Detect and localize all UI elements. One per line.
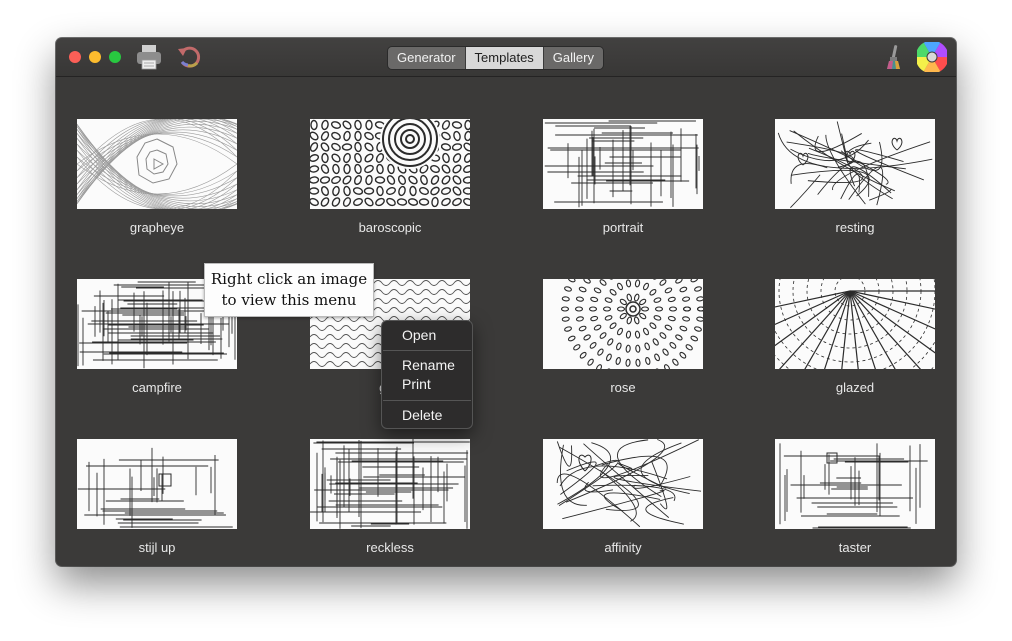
tooltip-line: Right click an image bbox=[210, 270, 368, 288]
template-tile-taster[interactable]: taster bbox=[775, 439, 935, 555]
title-bar: Generator Templates Gallery bbox=[56, 38, 956, 77]
template-thumbnail[interactable] bbox=[775, 439, 935, 529]
template-tile-affinity[interactable]: affinity bbox=[543, 439, 703, 555]
template-name: affinity bbox=[604, 540, 642, 555]
tooltip-line: to view this menu bbox=[221, 291, 357, 309]
tab-gallery[interactable]: Gallery bbox=[543, 47, 603, 69]
menu-separator bbox=[383, 350, 471, 351]
template-tile-rose[interactable]: rose bbox=[543, 279, 703, 395]
menu-item-rename[interactable]: Rename bbox=[402, 357, 455, 373]
view-tabs: Generator Templates Gallery bbox=[387, 46, 604, 70]
close-window-button[interactable] bbox=[69, 51, 81, 63]
template-thumbnail[interactable] bbox=[77, 119, 237, 209]
template-thumbnail[interactable] bbox=[543, 439, 703, 529]
minimize-window-button[interactable] bbox=[89, 51, 101, 63]
menu-item-open[interactable]: Open bbox=[402, 327, 436, 343]
menu-item-delete[interactable]: Delete bbox=[402, 407, 442, 423]
menu-item-print[interactable]: Print bbox=[402, 376, 431, 392]
template-thumbnail[interactable] bbox=[310, 119, 470, 209]
tab-generator[interactable]: Generator bbox=[388, 47, 466, 69]
template-thumbnail[interactable] bbox=[310, 439, 470, 529]
undo-icon[interactable] bbox=[175, 42, 205, 72]
template-thumbnail[interactable] bbox=[775, 119, 935, 209]
template-name: taster bbox=[838, 540, 872, 555]
template-tile-grapheye[interactable]: grapheye bbox=[77, 119, 237, 235]
print-icon[interactable] bbox=[134, 42, 164, 72]
template-name: campfire bbox=[132, 380, 182, 395]
template-name: grapheye bbox=[129, 220, 185, 235]
template-tile-baroscopic[interactable]: baroscopic bbox=[310, 119, 470, 235]
help-tooltip: Right click an image to view this menu bbox=[204, 263, 374, 317]
template-tile-resting[interactable]: resting bbox=[775, 119, 935, 235]
template-tile-stijl-up[interactable]: stijl up bbox=[77, 439, 237, 555]
menu-separator bbox=[383, 400, 471, 401]
template-name: stijl up bbox=[138, 540, 176, 555]
template-tile-portrait[interactable]: portrait bbox=[543, 119, 703, 235]
template-name: rose bbox=[610, 380, 636, 395]
template-thumbnail[interactable] bbox=[543, 119, 703, 209]
color-wheel-icon[interactable] bbox=[917, 42, 947, 72]
template-thumbnail[interactable] bbox=[77, 439, 237, 529]
template-name: baroscopic bbox=[358, 220, 422, 235]
template-name: glazed bbox=[835, 380, 875, 395]
template-name: resting bbox=[835, 220, 875, 235]
template-name: reckless bbox=[366, 540, 414, 555]
template-tile-reckless[interactable]: reckless bbox=[310, 439, 470, 555]
zoom-window-button[interactable] bbox=[109, 51, 121, 63]
brush-icon[interactable] bbox=[879, 42, 909, 72]
tab-templates[interactable]: Templates bbox=[465, 47, 544, 69]
template-tile-glazed[interactable]: glazed bbox=[775, 279, 935, 395]
context-menu: Open Rename Print Delete bbox=[381, 320, 473, 429]
template-name: portrait bbox=[602, 220, 644, 235]
template-thumbnail[interactable] bbox=[543, 279, 703, 369]
template-thumbnail[interactable] bbox=[775, 279, 935, 369]
